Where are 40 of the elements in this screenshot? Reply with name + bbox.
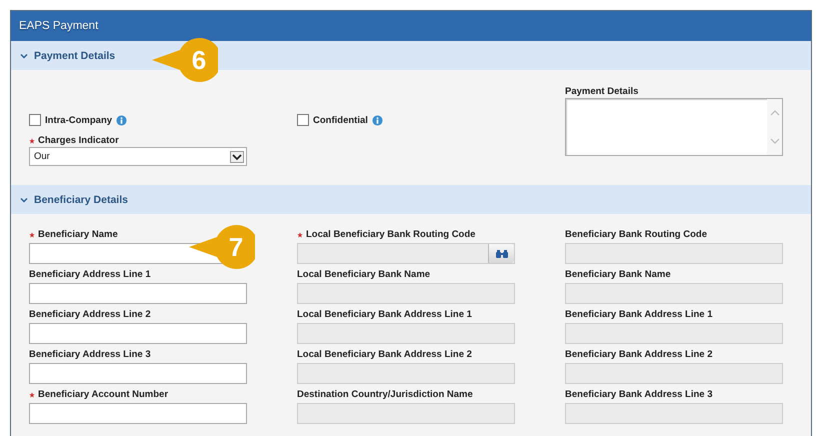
info-icon[interactable] [116,114,128,126]
input-field[interactable] [29,363,247,384]
checkbox-label: Intra-Company [45,114,112,126]
input-field[interactable] [29,323,247,344]
field-label: Charges Indicator [38,135,119,146]
section-title: Beneficiary Details [34,194,128,206]
field-label: Local Beneficiary Bank Routing Code [306,229,476,240]
charges-dropdown[interactable]: Our [29,147,247,166]
field-label: Beneficiary Bank Address Line 1 [565,309,712,320]
input-field[interactable] [29,403,247,424]
payment-details-field[interactable] [565,98,783,156]
field-label: Beneficiary Bank Address Line 2 [565,349,712,360]
field-label: Beneficiary Address Line 2 [29,309,151,320]
checkbox[interactable] [29,114,41,126]
scrollbar[interactable] [767,99,782,155]
scroll-down-icon[interactable] [770,137,780,145]
field-label: Beneficiary Bank Routing Code [565,229,707,240]
input-field[interactable] [29,283,247,304]
section-header[interactable]: Beneficiary Details [11,185,811,214]
dropdown-arrow-icon [230,150,244,162]
field-label: Beneficiary Bank Address Line 3 [565,389,712,400]
scroll-up-icon[interactable] [770,109,780,117]
binoculars-icon [494,248,508,258]
field-label: Beneficiary Address Line 1 [29,269,151,280]
window-title: EAPS Payment [11,11,811,41]
step-tooltip: 6 [152,38,218,82]
field-label: Beneficiary Name [38,229,118,240]
field-label: Beneficiary Address Line 3 [29,349,151,360]
field-label: Destination Country/Jurisdiction Name [297,389,473,400]
section-title: Payment Details [34,50,116,62]
field-label: Beneficiary Bank Name [565,269,671,280]
field-label: Local Beneficiary Bank Name [297,269,430,280]
field-label: Local Beneficiary Bank Address Line 2 [297,349,472,360]
checkbox-label: Confidential [313,114,368,126]
field-label: Beneficiary Account Number [38,389,168,400]
step-tooltip: 7 [189,225,255,269]
field-label: Local Beneficiary Bank Address Line 1 [297,309,472,320]
checkbox[interactable] [297,114,309,126]
field-label: Payment Details [565,85,640,98]
info-icon[interactable] [372,114,383,126]
